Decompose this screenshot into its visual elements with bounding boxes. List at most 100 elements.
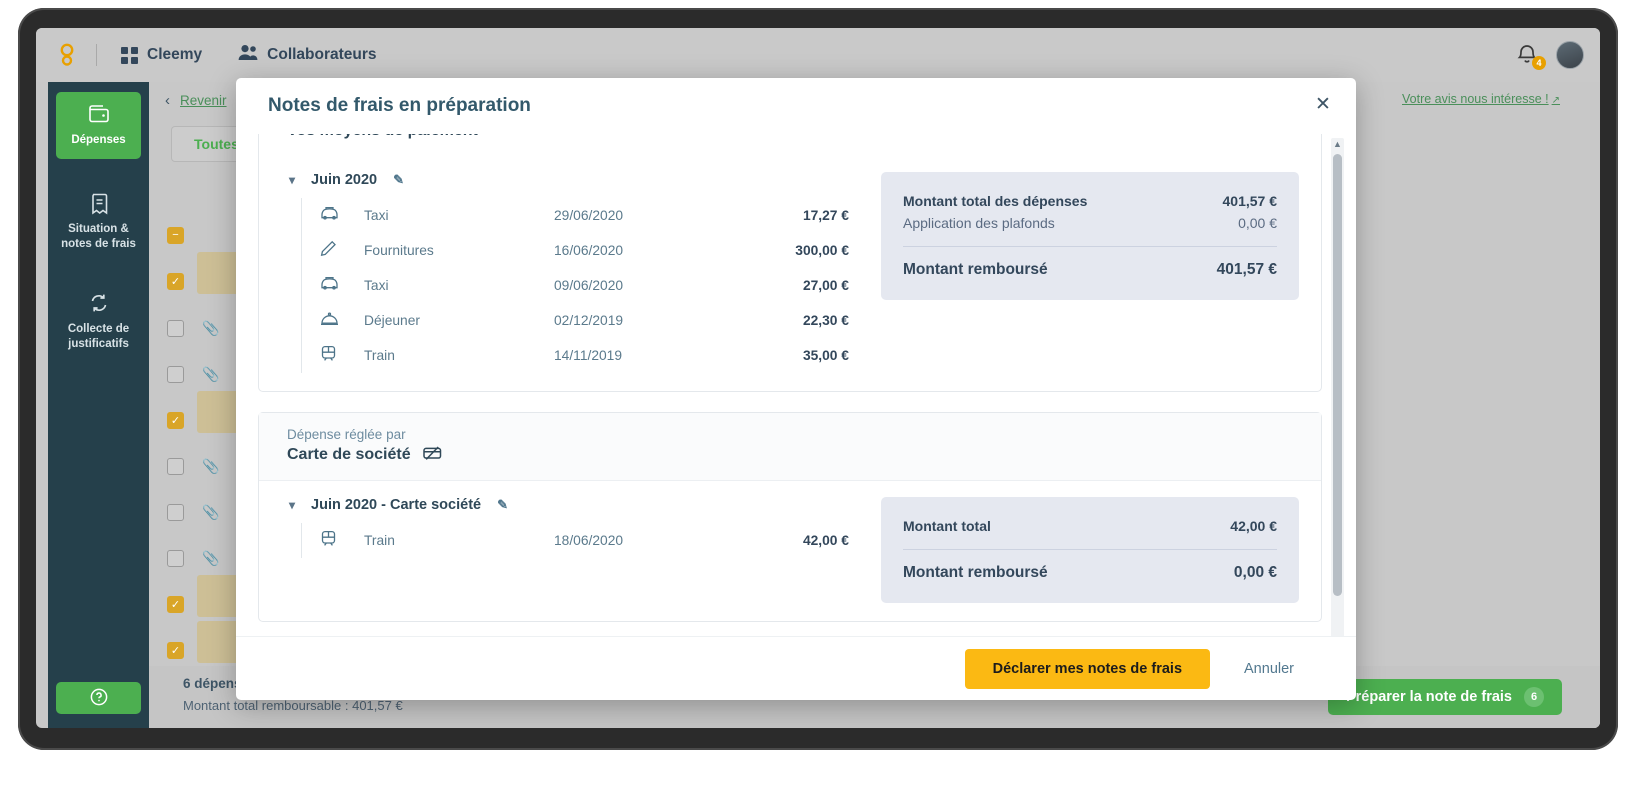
modal-footer: Déclarer mes notes de frais Annuler [236, 636, 1356, 700]
expense-label: Déjeuner [364, 313, 420, 328]
expense-row[interactable]: Train 14/11/2019 35,00 € [302, 338, 861, 373]
expense-date: 29/06/2020 [554, 208, 624, 223]
pencil-edit-icon[interactable]: ✎ [497, 497, 508, 513]
row-checkbox[interactable]: ✓ [167, 272, 184, 290]
row-checkbox[interactable] [167, 365, 184, 383]
avatar[interactable] [1556, 41, 1584, 69]
attachment-icon: 📎 [202, 503, 220, 520]
summary-row-caps: Application des plafonds 0,00 € [903, 212, 1277, 234]
train-icon [320, 345, 364, 366]
expense-row[interactable]: Train 18/06/2020 42,00 € [302, 523, 861, 558]
sidebar-label-depenses: Dépenses [71, 134, 126, 146]
summary-value: 0,00 € [1238, 215, 1277, 231]
people-icon [238, 44, 258, 66]
modal-title: Notes de frais en préparation [268, 95, 531, 116]
prepare-expense-report-button[interactable]: Préparer la note de frais 6 [1327, 679, 1562, 715]
summary-value: 401,57 € [1216, 261, 1277, 278]
group-title-row[interactable]: ▾ Juin 2020 - Carte société ✎ [281, 497, 861, 513]
expense-rows: Taxi 29/06/2020 17,27 € Fournitures 16/0… [301, 198, 861, 373]
expense-group-left: ▾ Juin 2020 - Carte société ✎ Train 18/0… [281, 497, 861, 603]
expense-row[interactable]: Déjeuner 02/12/2019 22,30 € [302, 303, 861, 338]
breadcrumb: ‹ Revenir [165, 92, 227, 109]
summary-label: Montant remboursé [903, 564, 1048, 581]
expense-report-preparation-modal: Notes de frais en préparation ✕ Dépenses… [236, 78, 1356, 700]
chevron-down-icon[interactable]: ▾ [289, 173, 295, 187]
modal-header: Notes de frais en préparation ✕ [236, 78, 1356, 134]
row-checkbox[interactable] [167, 319, 184, 337]
expense-amount: 17,27 € [802, 208, 849, 223]
sidebar-item-depenses[interactable]: Dépenses [56, 92, 141, 160]
expense-label: Train [364, 348, 395, 363]
chevron-down-icon[interactable]: ▾ [289, 498, 295, 512]
close-icon[interactable]: ✕ [1310, 93, 1336, 119]
expense-label: Taxi [364, 278, 389, 293]
row-checkbox[interactable]: ✓ [167, 641, 184, 659]
summary-row-reimbursed: Montant remboursé 401,57 € [903, 259, 1277, 282]
train-icon [320, 530, 364, 551]
nav-item-cleemy[interactable]: Cleemy [121, 46, 202, 64]
scroll-up-arrow-icon[interactable]: ▲ [1331, 138, 1344, 151]
section-header: Dépenses réglées par Vos moyens de paiem… [259, 134, 1321, 156]
row-checkbox[interactable]: − [167, 226, 184, 244]
device-frame: Cleemy Collaborateurs 4 Dépenses Situati… [18, 8, 1618, 750]
modal-body: Dépenses réglées par Vos moyens de paiem… [236, 134, 1356, 636]
summary-value: 0,00 € [1233, 564, 1277, 581]
feedback-link[interactable]: Votre avis nous intéresse ! ↗ [1402, 92, 1560, 106]
summary-row-total: Montant total 42,00 € [903, 515, 1277, 537]
declare-expense-reports-button[interactable]: Déclarer mes notes de frais [964, 648, 1211, 689]
expense-row[interactable]: Taxi 29/06/2020 17,27 € [302, 198, 861, 233]
row-checkbox[interactable] [167, 503, 184, 521]
breadcrumb-link[interactable]: Revenir [180, 93, 227, 108]
external-link-icon: ↗ [1551, 95, 1560, 106]
sidebar-item-situation-notes-de-frais[interactable]: Situation & notes de frais [56, 181, 141, 263]
expense-row[interactable]: Fournitures 16/06/2020 300,00 € [302, 233, 861, 268]
company-card-icon [422, 446, 442, 464]
row-checkbox[interactable]: ✓ [167, 595, 184, 613]
section-title-text: Carte de société [287, 446, 411, 463]
left-sidebar: Dépenses Situation & notes de frais Coll… [48, 82, 149, 728]
expense-label: Fournitures [364, 243, 434, 258]
expense-row[interactable]: Taxi 09/06/2020 27,00 € [302, 268, 861, 303]
top-navigation-bar: Cleemy Collaborateurs 4 [36, 28, 1600, 82]
prepare-button-label: Préparer la note de frais [1345, 689, 1512, 705]
chevron-left-icon[interactable]: ‹ [165, 92, 170, 109]
payment-section-personal: Dépenses réglées par Vos moyens de paiem… [258, 134, 1322, 392]
section-header: Dépense réglée par Carte de société [259, 413, 1321, 481]
modal-scrollbar[interactable]: ▲ ▼ [1331, 138, 1344, 636]
nav-label-collaborateurs: Collaborateurs [267, 46, 377, 63]
sidebar-item-collecte-de-justificatifs[interactable]: Collecte de justificatifs [56, 281, 141, 363]
row-checkbox[interactable]: ✓ [167, 411, 184, 429]
group-title-row[interactable]: ▾ Juin 2020 ✎ [281, 172, 861, 188]
sync-icon [60, 293, 137, 313]
cancel-button[interactable]: Annuler [1224, 649, 1314, 689]
notification-bell-icon[interactable]: 4 [1516, 42, 1546, 70]
row-checkbox[interactable] [167, 457, 184, 475]
expense-amount: 27,00 € [802, 278, 849, 293]
filter-button-label: Toutes [194, 136, 239, 152]
summary-value: 401,57 € [1222, 193, 1278, 209]
expense-date: 09/06/2020 [554, 278, 624, 293]
nav-item-collaborateurs[interactable]: Collaborateurs [238, 44, 377, 66]
help-button[interactable] [56, 682, 141, 714]
scrollbar-thumb[interactable] [1333, 154, 1342, 596]
footer-total-amount: Montant total remboursable : 401,57 € [183, 698, 403, 713]
section-title: Vos moyens de paiement [287, 134, 1293, 140]
group-title-text: Juin 2020 [311, 172, 378, 188]
expense-group-left: ▾ Juin 2020 ✎ Taxi 29/06/2020 17,27 € Fo… [281, 172, 861, 373]
summary-divider [903, 549, 1277, 550]
expense-amount: 42,00 € [802, 533, 849, 548]
expense-date: 02/12/2019 [554, 313, 624, 328]
pencil-icon [320, 240, 364, 261]
expense-amount: 300,00 € [795, 243, 849, 258]
pencil-edit-icon[interactable]: ✎ [393, 172, 404, 188]
expense-group: ▾ Juin 2020 ✎ Taxi 29/06/2020 17,27 € Fo… [259, 156, 1321, 391]
section-subtitle: Dépense réglée par [287, 427, 406, 442]
summary-box-personal: Montant total des dépenses 401,57 € Appl… [881, 172, 1299, 300]
row-checkbox[interactable] [167, 549, 184, 567]
section-title: Carte de société [287, 446, 1293, 464]
section-title-text: Vos moyens de paiement [287, 134, 478, 140]
cleemy-logo-icon[interactable] [54, 42, 80, 68]
attachment-icon: 📎 [202, 457, 220, 474]
expense-group: ▾ Juin 2020 - Carte société ✎ Train 18/0… [259, 481, 1321, 621]
expense-label: Taxi [364, 208, 389, 223]
